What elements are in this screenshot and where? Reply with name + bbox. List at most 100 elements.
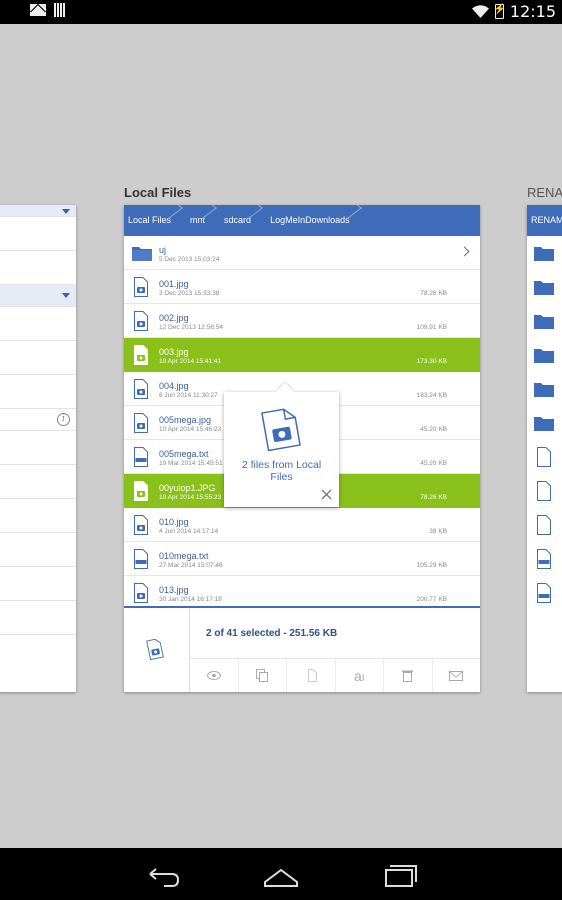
folder-icon: [534, 417, 554, 431]
list-item[interactable]: [0, 567, 76, 601]
folder-icon: [534, 281, 554, 295]
list-item[interactable]: [0, 601, 76, 635]
file-size: 38 KB: [429, 528, 447, 535]
list-item[interactable]: [0, 465, 76, 499]
close-icon[interactable]: [321, 489, 332, 500]
list-item[interactable]: [0, 533, 76, 567]
file-name: 001.jpg: [159, 279, 189, 289]
file-name: 004.jpg: [159, 381, 189, 391]
file-size: 183.24 KB: [416, 392, 447, 399]
file-name: 002.jpg: [159, 313, 189, 323]
view-button[interactable]: [190, 659, 239, 692]
cut-button[interactable]: [287, 659, 336, 692]
left-panel[interactable]: i: [0, 205, 76, 692]
image-file-icon: [134, 345, 148, 365]
chevron-right-icon[interactable]: [459, 246, 470, 257]
right-panel-breadcrumb: RENAM: [527, 205, 562, 236]
file-name: uj: [159, 245, 167, 255]
image-file-icon: [134, 583, 148, 603]
list-item[interactable]: [0, 217, 76, 251]
delete-button[interactable]: [384, 659, 433, 692]
file-row[interactable]: 001.jpg 3 Dec 2013 15:33:38 78.26 KB: [124, 270, 480, 304]
clock: 12:15: [509, 2, 556, 21]
rename-icon: aI: [353, 667, 365, 684]
cut-icon: [307, 669, 317, 682]
text-file-icon: [537, 583, 551, 603]
back-icon[interactable]: [138, 858, 188, 890]
breadcrumb-sdcard[interactable]: sdcard: [219, 205, 265, 236]
file-row[interactable]: 010.jpg 4 Jun 2014 14:17:14 38 KB: [124, 508, 480, 542]
info-icon[interactable]: i: [57, 413, 70, 426]
file-row[interactable]: 002.jpg 12 Dec 2013 12:56:54 109.91 KB: [124, 304, 480, 338]
email-button[interactable]: [433, 659, 481, 692]
file-date: 27 Mar 2014 15:07:46: [159, 562, 223, 569]
breadcrumb: Local Files mnt sdcard LogMeInDownloads: [124, 205, 480, 236]
file-icon: [537, 515, 551, 535]
image-file-icon: [134, 311, 148, 331]
navigation-bar: [0, 848, 562, 900]
file-date: 5 Dec 2013 15:03:24: [159, 256, 220, 263]
list-item[interactable]: [0, 375, 76, 409]
folder-icon: [534, 383, 554, 397]
selection-summary: 2 of 41 selected - 251.56 KB: [206, 628, 338, 639]
list-item[interactable]: [0, 307, 76, 341]
file-size: 78.26 KB: [420, 494, 447, 501]
breadcrumb-logmeindownloads[interactable]: LogMeInDownloads: [265, 205, 364, 236]
text-file-icon: [537, 549, 551, 569]
file-name: 005mega.txt: [159, 449, 209, 459]
left-panel-header: [0, 205, 76, 217]
list-item-selected[interactable]: [0, 285, 76, 307]
selection-popup: 2 files from Local Files: [224, 392, 339, 507]
breadcrumb-mnt[interactable]: mnt: [185, 205, 219, 236]
file-icon: [537, 481, 551, 501]
recent-apps-icon[interactable]: [376, 858, 426, 890]
text-file-icon: [134, 549, 148, 569]
copy-button[interactable]: [239, 659, 287, 692]
wifi-icon: [471, 5, 489, 18]
list-item[interactable]: [0, 341, 76, 375]
image-file-icon: [134, 413, 148, 433]
battery-charging-icon: [494, 4, 506, 19]
image-file-icon: [134, 379, 148, 399]
file-name: 00yuiop1.JPG: [159, 483, 216, 493]
chevron-down-icon: [62, 209, 70, 214]
file-row-selected[interactable]: 003.jpg 10 Apr 2014 15:41:41 173.30 KB: [124, 338, 480, 372]
popup-text: 2 files from Local Files: [241, 459, 322, 483]
home-icon[interactable]: [256, 858, 306, 890]
trash-icon: [402, 670, 414, 682]
mail-icon: [449, 670, 464, 681]
file-date: 19 Mar 2014 15:45:51: [159, 460, 223, 467]
selection-preview[interactable]: [124, 608, 190, 692]
image-file-icon: [134, 481, 148, 501]
file-date: 10 Apr 2014 15:41:41: [159, 358, 222, 365]
file-date: 30 Jan 2014 16:17:18: [159, 596, 222, 603]
mail-notification-icon: [30, 4, 46, 16]
rename-button[interactable]: aI: [336, 659, 384, 692]
panel-title: Local Files: [124, 185, 192, 200]
file-row[interactable]: 010mega.txt 27 Mar 2014 15:07:46 105.29 …: [124, 542, 480, 576]
image-file-icon: [261, 408, 301, 452]
file-size: 200.77 KB: [416, 596, 447, 603]
file-icon: [537, 447, 551, 467]
folder-icon: [534, 315, 554, 329]
eye-icon: [206, 671, 221, 680]
chevron-down-icon[interactable]: [62, 293, 70, 298]
file-row[interactable]: 013.jpg 30 Jan 2014 16:17:18 200.77 KB: [124, 576, 480, 606]
right-panel[interactable]: RENAM: [527, 205, 562, 692]
list-item[interactable]: [0, 431, 76, 465]
image-file-icon: [146, 638, 164, 661]
file-name: 003.jpg: [159, 347, 189, 357]
list-item[interactable]: [0, 499, 76, 533]
file-date: 4 Jun 2014 14:17:14: [159, 528, 219, 535]
list-item[interactable]: i: [0, 409, 76, 431]
barcode-notification-icon: [54, 3, 66, 17]
file-name: 010mega.txt: [159, 551, 209, 561]
selection-bar: 2 of 41 selected - 251.56 KB aI: [124, 606, 480, 692]
file-row-folder[interactable]: uj 5 Dec 2013 15:03:24: [124, 236, 480, 270]
copy-icon: [256, 669, 269, 682]
breadcrumb-local-files[interactable]: Local Files: [124, 205, 185, 236]
status-bar: 12:15: [0, 0, 562, 24]
file-size: 45.20 KB: [420, 426, 447, 433]
file-name: 013.jpg: [159, 585, 189, 595]
list-item[interactable]: [0, 251, 76, 285]
